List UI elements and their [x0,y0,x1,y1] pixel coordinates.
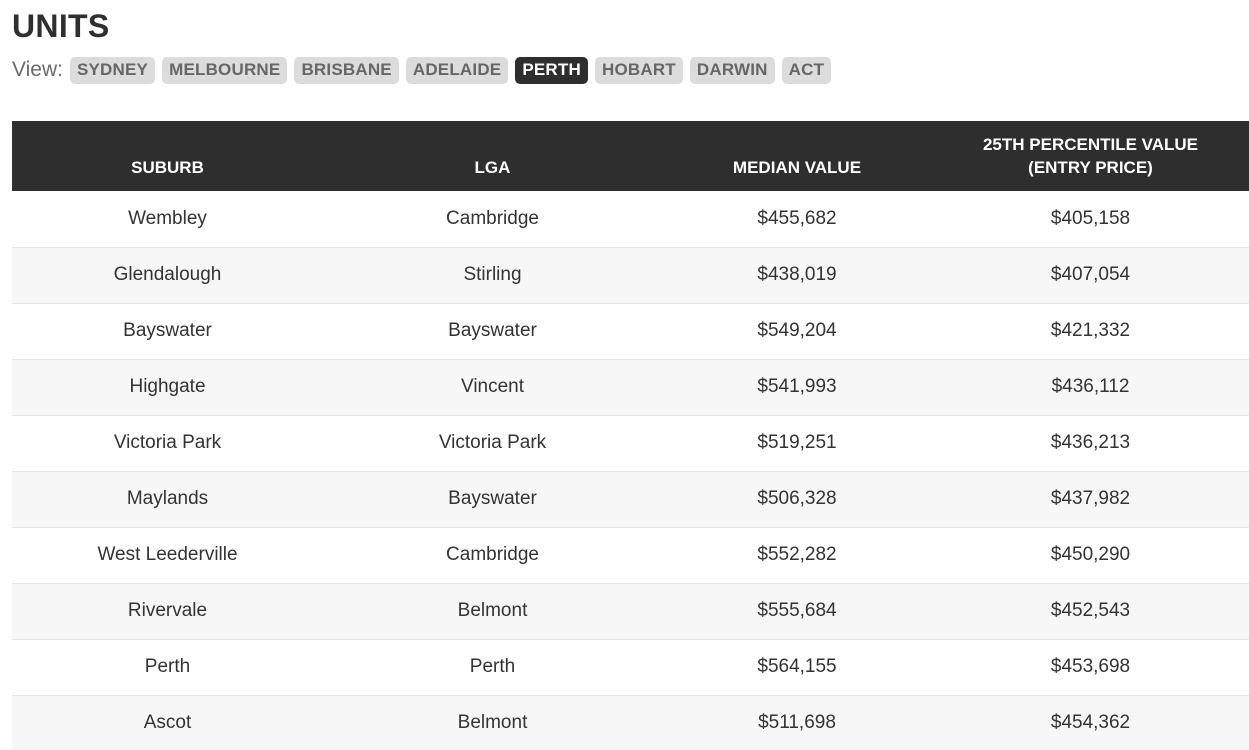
median-value-cell: $555,684 [662,583,932,640]
entry-price-cell: $453,698 [932,639,1249,696]
lga-cell: Bayswater [323,471,662,528]
filter-act-button[interactable]: ACT [781,56,832,84]
table-row: Rivervale Belmont $555,684 $452,543 [12,583,1249,640]
median-value-cell: $511,698 [662,695,932,750]
median-value-cell: $519,251 [662,415,932,472]
table-row: Victoria Park Victoria Park $519,251 $43… [12,415,1249,472]
median-value-cell: $549,204 [662,303,932,360]
units-table: SUBURB LGA MEDIAN VALUE 25TH PERCENTILE … [12,121,1249,750]
suburb-cell: Maylands [12,471,323,528]
table-row: West Leederville Cambridge $552,282 $450… [12,527,1249,584]
suburb-cell: Perth [12,639,323,696]
suburb-cell: Highgate [12,359,323,416]
column-header-25th-percentile: 25TH PERCENTILE VALUE (ENTRY PRICE) [932,121,1249,191]
lga-cell: Victoria Park [323,415,662,472]
view-label: View: [12,58,63,81]
filter-perth-button[interactable]: PERTH [515,56,588,84]
table-row: Wembley Cambridge $455,682 $405,158 [12,191,1249,248]
filter-sydney-button[interactable]: SYDNEY [69,56,156,84]
filter-melbourne-button[interactable]: MELBOURNE [162,56,288,84]
suburb-cell: Rivervale [12,583,323,640]
filter-adelaide-button[interactable]: ADELAIDE [405,56,509,84]
filter-hobart-button[interactable]: HOBART [594,56,683,84]
city-filter: View: SYDNEY MELBOURNE BRISBANE ADELAIDE… [12,56,838,84]
median-value-cell: $438,019 [662,247,932,304]
filter-darwin-button[interactable]: DARWIN [689,56,775,84]
entry-price-cell: $450,290 [932,527,1249,584]
table-row: Perth Perth $564,155 $453,698 [12,639,1249,696]
lga-cell: Cambridge [323,527,662,584]
suburb-cell: Glendalough [12,247,323,304]
filter-brisbane-button[interactable]: BRISBANE [294,56,399,84]
median-value-cell: $455,682 [662,191,932,248]
suburb-cell: Bayswater [12,303,323,360]
suburb-cell: West Leederville [12,527,323,584]
suburb-cell: Ascot [12,695,323,750]
column-header-suburb: SUBURB [12,121,323,191]
table-row: Glendalough Stirling $438,019 $407,054 [12,247,1249,304]
entry-price-cell: $436,112 [932,359,1249,416]
median-value-cell: $541,993 [662,359,932,416]
entry-price-cell: $405,158 [932,191,1249,248]
lga-cell: Stirling [323,247,662,304]
entry-price-cell: $437,982 [932,471,1249,528]
table-row: Maylands Bayswater $506,328 $437,982 [12,471,1249,528]
column-header-25th-percentile-line1: 25TH PERCENTILE VALUE [982,135,1199,154]
table-row: Ascot Belmont $511,698 $454,362 [12,695,1249,750]
page-title: UNITS [12,8,110,44]
suburb-cell: Victoria Park [12,415,323,472]
column-header-median-value: MEDIAN VALUE [662,121,932,191]
lga-cell: Belmont [323,695,662,750]
lga-cell: Belmont [323,583,662,640]
entry-price-cell: $452,543 [932,583,1249,640]
lga-cell: Perth [323,639,662,696]
lga-cell: Bayswater [323,303,662,360]
column-header-lga: LGA [323,121,662,191]
table-row: Highgate Vincent $541,993 $436,112 [12,359,1249,416]
lga-cell: Vincent [323,359,662,416]
table-header-row: SUBURB LGA MEDIAN VALUE 25TH PERCENTILE … [12,121,1249,191]
median-value-cell: $564,155 [662,639,932,696]
entry-price-cell: $407,054 [932,247,1249,304]
table-row: Bayswater Bayswater $549,204 $421,332 [12,303,1249,360]
median-value-cell: $552,282 [662,527,932,584]
entry-price-cell: $454,362 [932,695,1249,750]
median-value-cell: $506,328 [662,471,932,528]
lga-cell: Cambridge [323,191,662,248]
entry-price-cell: $421,332 [932,303,1249,360]
column-header-25th-percentile-line2: (ENTRY PRICE) [1028,158,1153,177]
entry-price-cell: $436,213 [932,415,1249,472]
suburb-cell: Wembley [12,191,323,248]
